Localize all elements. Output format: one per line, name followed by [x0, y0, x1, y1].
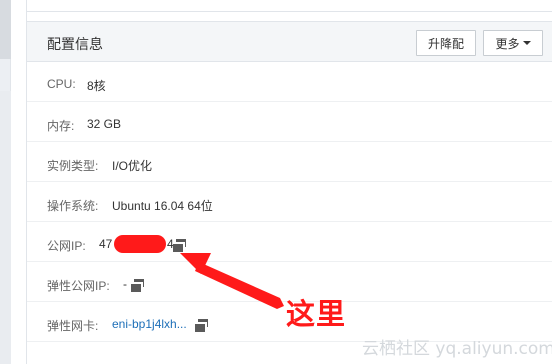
- more-button-label: 更多: [495, 36, 520, 51]
- left-sidebar-edge: [0, 0, 11, 364]
- panel-top-strip: [27, 0, 552, 12]
- eni-link[interactable]: eni-bp1j4lxh...: [112, 317, 187, 331]
- copy-icon[interactable]: [195, 319, 208, 332]
- row-memory: 内存: 32 GB: [27, 106, 552, 142]
- row-cpu: CPU: 8核: [27, 66, 552, 102]
- row-value: -: [123, 277, 127, 291]
- row-label: 实例类型:: [47, 159, 99, 173]
- config-title: 配置信息: [47, 36, 103, 52]
- more-button[interactable]: 更多: [483, 30, 543, 56]
- public-ip-prefix: 47: [99, 237, 113, 251]
- upgrade-button[interactable]: 升降配: [416, 30, 476, 56]
- row-label: 弹性公网IP:: [47, 279, 110, 293]
- sidebar-active-block: [0, 0, 11, 59]
- row-label: 弹性网卡:: [47, 319, 99, 333]
- upgrade-button-label: 升降配: [427, 36, 464, 51]
- row-value: 8核: [87, 79, 106, 93]
- row-value: 32 GB: [87, 117, 122, 131]
- row-label: 内存:: [47, 119, 75, 133]
- row-os: 操作系统: Ubuntu 16.04 64位: [27, 186, 552, 222]
- watermark: 云栖社区 yq.aliyun.com: [362, 339, 552, 359]
- annotation-label: 这里: [286, 297, 347, 331]
- row-label: 公网IP:: [47, 239, 86, 253]
- row-value: Ubuntu 16.04 64位: [112, 199, 213, 213]
- config-header: 配置信息 升降配 更多: [27, 21, 552, 62]
- copy-icon[interactable]: [131, 279, 144, 292]
- row-value: I/O优化: [112, 159, 153, 173]
- row-label: 操作系统:: [47, 199, 99, 213]
- row-instance-type: 实例类型: I/O优化: [27, 146, 552, 182]
- row-public-ip: 公网IP: 47 4: [27, 226, 552, 262]
- sidebar-lower-block: [0, 91, 11, 364]
- redaction-mark: [114, 235, 166, 253]
- copy-icon[interactable]: [173, 239, 186, 252]
- caret-down-icon: [522, 41, 531, 45]
- row-label: CPU:: [47, 77, 76, 91]
